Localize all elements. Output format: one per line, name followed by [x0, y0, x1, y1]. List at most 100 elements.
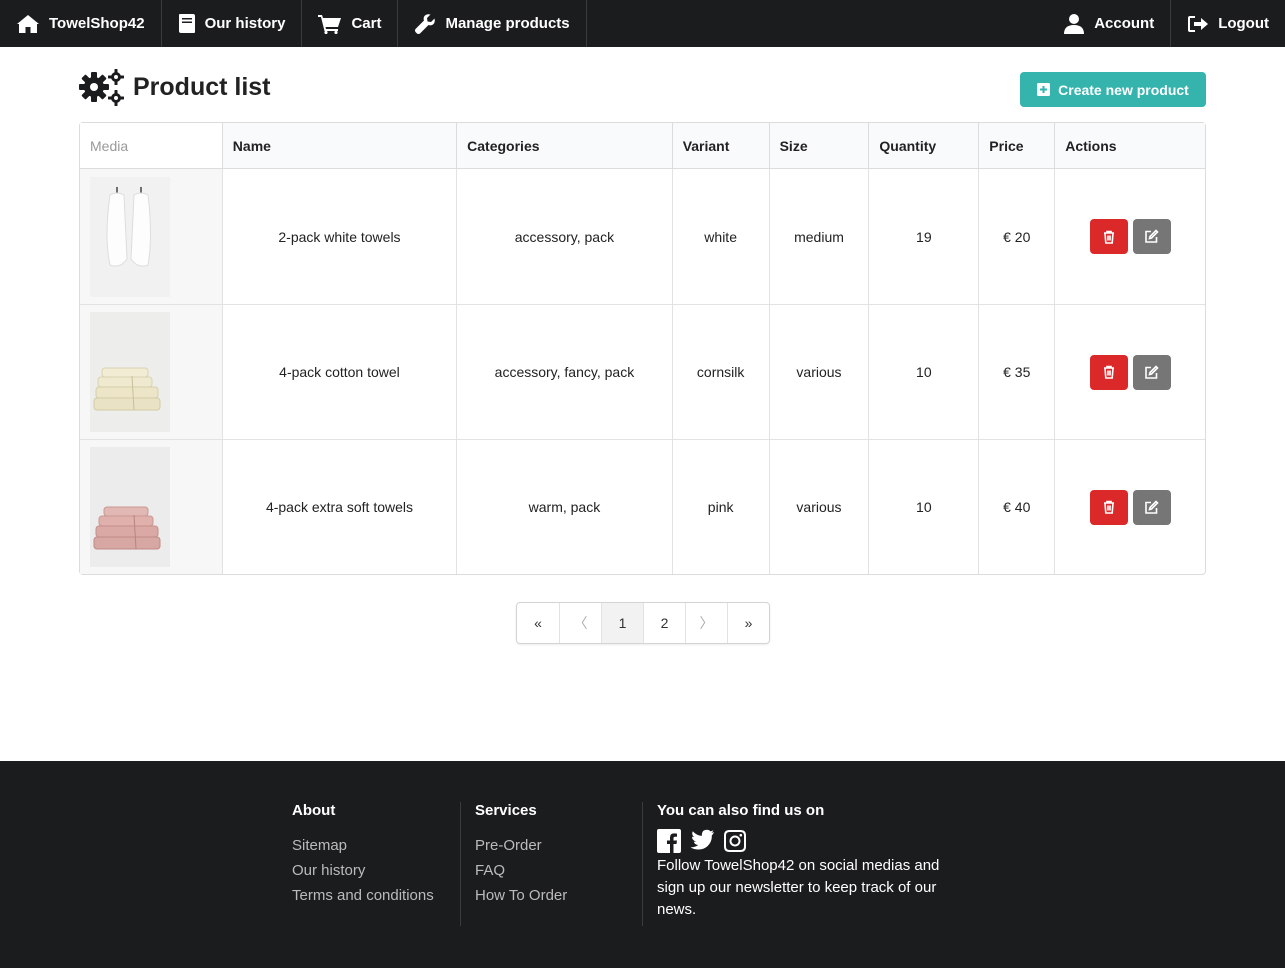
table-header-row: Media Name Categories Variant Size Quant…: [80, 123, 1205, 169]
nav-right-group: Account Logout: [1047, 0, 1285, 47]
nav-manage-products[interactable]: Manage products: [398, 0, 587, 47]
nav-account-label: Account: [1094, 15, 1155, 32]
cell-price: € 40: [978, 439, 1055, 574]
cell-size: various: [768, 439, 869, 574]
create-product-button[interactable]: Create new product: [1020, 72, 1206, 107]
footer-link-how-to-order[interactable]: How To Order: [475, 883, 642, 908]
column-header-variant[interactable]: Variant: [671, 123, 769, 169]
pink-towels-image: [93, 506, 161, 550]
pagination-last[interactable]: »: [727, 603, 769, 643]
cell-price: € 20: [978, 169, 1054, 304]
cell-variant: cornsilk: [671, 304, 769, 439]
cell-variant: pink: [671, 439, 769, 574]
cell-name: 4-pack extra soft towels: [221, 439, 457, 574]
table-row: 4-pack cotton towel accessory, fancy, pa…: [80, 304, 1205, 439]
cell-name: 4-pack cotton towel: [221, 304, 457, 439]
delete-button[interactable]: [1089, 219, 1128, 254]
column-header-actions: Actions: [1054, 123, 1205, 169]
column-header-price[interactable]: Price: [978, 123, 1055, 169]
instagram-icon[interactable]: [723, 829, 747, 853]
media-cell: [80, 169, 222, 304]
nav-our-history[interactable]: Our history: [162, 0, 303, 47]
edit-button[interactable]: [1132, 354, 1171, 390]
nav-home[interactable]: TowelShop42: [0, 0, 162, 47]
cell-quantity: 10: [868, 304, 979, 439]
cell-price: € 35: [978, 304, 1055, 439]
media-cell: [80, 439, 222, 574]
media-cell: [80, 304, 222, 439]
footer-link-sitemap[interactable]: Sitemap: [292, 833, 460, 858]
plus-square-icon: [1037, 83, 1051, 96]
delete-button[interactable]: [1089, 354, 1128, 390]
product-thumbnail[interactable]: [90, 176, 170, 297]
pagination-first[interactable]: «: [517, 603, 559, 643]
trash-icon: [1103, 365, 1114, 379]
edit-button[interactable]: [1132, 489, 1171, 525]
page-title: Product list: [133, 72, 271, 101]
nav-manage-label: Manage products: [445, 15, 570, 32]
nav-brand-label: TowelShop42: [49, 15, 145, 32]
create-product-label: Create new product: [1058, 81, 1189, 98]
nav-history-label: Our history: [204, 15, 286, 32]
product-thumbnail[interactable]: [90, 312, 170, 432]
home-icon: [17, 14, 39, 33]
cell-quantity: 19: [868, 169, 978, 304]
pagination: « 〈 1 2 〉 »: [516, 602, 770, 644]
delete-button[interactable]: [1089, 489, 1128, 525]
cart-icon: [318, 14, 342, 34]
cell-actions: [1054, 304, 1205, 439]
pagination-next[interactable]: 〉: [685, 603, 727, 643]
cell-categories: accessory, fancy, pack: [456, 304, 672, 439]
twitter-icon[interactable]: [689, 829, 715, 851]
edit-icon: [1145, 364, 1159, 379]
cell-quantity: 10: [868, 439, 979, 574]
pagination-page-2[interactable]: 2: [643, 603, 685, 643]
column-header-name[interactable]: Name: [221, 123, 457, 169]
nav-left-group: TowelShop42 Our history Cart Manage prod…: [0, 0, 587, 47]
edit-button[interactable]: [1132, 219, 1171, 254]
footer-link-faq[interactable]: FAQ: [475, 858, 642, 883]
sign-out-icon: [1188, 15, 1209, 32]
white-towels-image: [106, 186, 151, 267]
footer-link-pre-order[interactable]: Pre-Order: [475, 833, 642, 858]
footer-follow-text: Follow TowelShop42 on social medias and …: [657, 857, 940, 918]
cell-size: medium: [768, 169, 869, 304]
footer-social: You can also find us on Follow TowelShop…: [642, 802, 962, 926]
footer: About Sitemap Our history Terms and cond…: [0, 761, 1285, 968]
column-header-categories[interactable]: Categories: [456, 123, 672, 169]
nav-logout[interactable]: Logout: [1170, 0, 1285, 47]
nav-cart[interactable]: Cart: [302, 0, 399, 47]
column-header-size[interactable]: Size: [768, 123, 869, 169]
table-row: 4-pack extra soft towels warm, pack pink…: [80, 439, 1205, 574]
pagination-page-1[interactable]: 1: [601, 603, 643, 643]
footer-services: Services Pre-Order FAQ How To Order: [460, 802, 642, 926]
pagination-prev[interactable]: 〈: [559, 603, 601, 643]
product-table: Media Name Categories Variant Size Quant…: [79, 122, 1206, 575]
cell-variant: white: [671, 169, 769, 304]
trash-icon: [1103, 500, 1114, 514]
top-navbar: TowelShop42 Our history Cart Manage prod…: [0, 0, 1285, 47]
cotton-towels-image: [93, 367, 161, 411]
footer-social-title: You can also find us on: [657, 802, 825, 819]
product-thumbnail[interactable]: [90, 447, 170, 567]
nav-account[interactable]: Account: [1047, 0, 1170, 47]
social-icons: [657, 829, 962, 853]
cell-categories: accessory, pack: [456, 169, 672, 304]
facebook-icon[interactable]: [657, 829, 681, 853]
footer-about: About Sitemap Our history Terms and cond…: [292, 802, 460, 908]
footer-link-terms[interactable]: Terms and conditions: [292, 883, 460, 908]
column-header-quantity[interactable]: Quantity: [868, 123, 979, 169]
nav-cart-label: Cart: [351, 15, 382, 32]
column-header-media: Media: [80, 123, 222, 169]
user-icon: [1064, 13, 1085, 34]
footer-services-title: Services: [475, 802, 537, 819]
footer-link-our-history[interactable]: Our history: [292, 858, 460, 883]
footer-about-title: About: [292, 802, 336, 819]
cell-actions: [1054, 169, 1205, 304]
page-header: Product list: [79, 68, 271, 106]
nav-logout-label: Logout: [1218, 15, 1269, 32]
cell-categories: warm, pack: [456, 439, 672, 574]
edit-icon: [1145, 229, 1159, 243]
cell-size: various: [768, 304, 869, 439]
edit-icon: [1145, 499, 1159, 514]
